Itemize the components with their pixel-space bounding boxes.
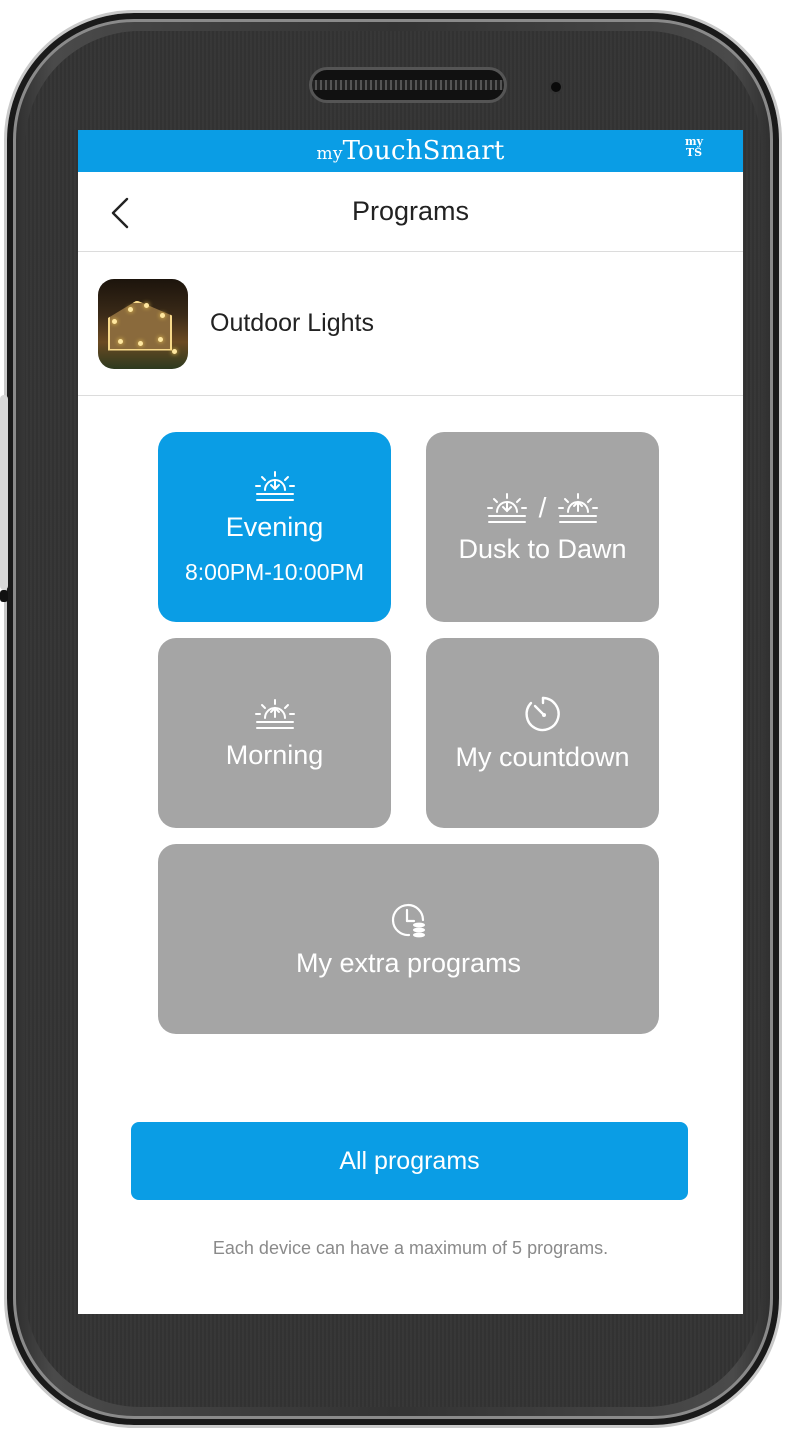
brand-logo-line2: TS <box>685 146 703 159</box>
light-dot <box>158 336 163 342</box>
dusk-dawn-icons: / <box>485 490 601 526</box>
light-dot <box>112 318 117 324</box>
nav-bar: Programs <box>78 172 743 252</box>
light-dot <box>138 340 143 346</box>
separator-slash: / <box>538 491 547 523</box>
device-row: Outdoor Lights <box>78 252 743 396</box>
device-thumbnail <box>98 278 188 369</box>
program-time: 8:00PM-10:00PM <box>185 559 364 585</box>
program-tile-evening[interactable]: Evening 8:00PM-10:00PM <box>158 432 391 622</box>
program-tile-morning[interactable]: Morning <box>158 638 391 828</box>
clock-stack-icon <box>391 903 425 937</box>
phone-camera <box>549 80 563 94</box>
light-dot <box>128 306 133 312</box>
light-dot <box>144 302 149 308</box>
light-dot <box>160 312 165 318</box>
page: myTouchSmart my TS Programs Outdoor Ligh… <box>0 0 785 1436</box>
phone-speaker <box>309 67 507 103</box>
programs-limit-note: Each device can have a maximum of 5 prog… <box>212 1238 609 1258</box>
sunrise-icon <box>558 492 599 523</box>
program-label: Evening <box>225 512 324 542</box>
program-tile-dusk-to-dawn[interactable]: / Dusk to Dawn <box>426 432 659 622</box>
program-tile-my-extra-programs[interactable]: My extra programs <box>158 844 659 1034</box>
all-programs-button[interactable]: All programs <box>131 1122 688 1200</box>
program-label: Dusk to Dawn <box>458 533 627 564</box>
brand-name: TouchSmart <box>342 136 505 166</box>
program-label: My extra programs <box>295 947 522 978</box>
timer-icon <box>524 696 560 731</box>
program-label: My countdown <box>455 741 630 772</box>
chevron-left-icon[interactable] <box>108 196 132 230</box>
sunset-icon <box>486 492 527 523</box>
phone-side-button <box>0 395 8 590</box>
page-title: Programs <box>351 196 470 226</box>
light-dot <box>118 338 123 344</box>
program-label: Morning <box>225 739 324 770</box>
sunrise-icon <box>254 698 295 729</box>
device-name: Outdoor Lights <box>210 309 374 337</box>
phone-side-button-small <box>0 590 8 602</box>
brand-logo: my TS <box>685 136 703 158</box>
light-dot <box>172 348 177 354</box>
sunset-icon <box>254 471 295 501</box>
brand-prefix: my <box>316 144 343 164</box>
app-screen: myTouchSmart my TS Programs Outdoor Ligh… <box>78 130 743 1314</box>
program-tile-my-countdown[interactable]: My countdown <box>426 638 659 828</box>
brand-title: myTouchSmart <box>317 136 505 166</box>
app-header-bar: myTouchSmart my TS <box>78 130 743 172</box>
